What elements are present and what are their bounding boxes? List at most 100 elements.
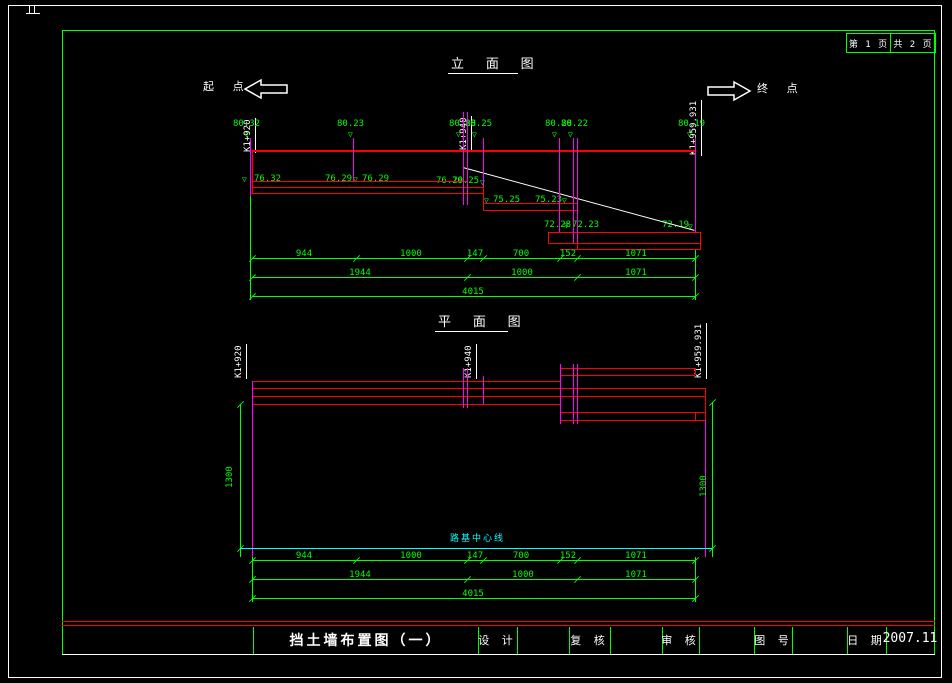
level-marker-icon: ▽ (564, 222, 569, 230)
line (560, 368, 695, 369)
dim-label: 152 (560, 249, 576, 259)
line (62, 654, 935, 655)
line (62, 621, 935, 622)
line (792, 627, 793, 654)
line (573, 364, 574, 424)
dim-label: 1071 (625, 551, 647, 561)
height-dim-label: 1300 (225, 466, 236, 488)
dim-label: 147 (467, 551, 483, 561)
dim-label: 1000 (511, 268, 533, 278)
outer-frame (8, 5, 942, 678)
review-label: 复 核 (570, 632, 608, 648)
line (252, 381, 560, 382)
line (353, 138, 354, 181)
elevation-value: 80.25 (465, 119, 492, 129)
dim-label: 1071 (625, 268, 647, 278)
elevation-value: 76.29 (325, 174, 352, 184)
start-arrow-icon (243, 78, 289, 102)
end-arrow-icon (706, 80, 752, 104)
line (252, 187, 483, 188)
elevation-title: 立 面 图 (451, 57, 541, 72)
level-marker-icon: ▽ (552, 131, 557, 139)
dim-label: 1944 (349, 570, 371, 580)
elevation-value: 76.32 (254, 174, 281, 184)
dim-label: 147 (467, 249, 483, 259)
title-underline (435, 331, 508, 332)
line (250, 138, 251, 196)
line (467, 112, 468, 205)
dim-label: 1071 (625, 570, 647, 580)
plan-title: 平 面 图 (438, 315, 528, 330)
line (573, 138, 574, 243)
dim-label: 1944 (349, 268, 371, 278)
line (252, 150, 253, 193)
line (705, 388, 706, 420)
line (517, 627, 518, 654)
line (610, 627, 611, 654)
page-number-box: 第 1 页 (846, 33, 891, 53)
line (62, 30, 934, 31)
dim-label: 1071 (625, 249, 647, 259)
drawing-number-label: 图 号 (754, 632, 792, 648)
line (483, 187, 484, 210)
line (252, 193, 483, 194)
line (252, 181, 467, 182)
page-total-box: 共 2 页 (890, 33, 936, 53)
level-marker-icon: ▽ (244, 131, 249, 139)
page-number-label: 第 1 页 (849, 37, 888, 50)
elevation-value: 80.22 (561, 119, 588, 129)
station-label-mid: K1+940 (464, 344, 477, 379)
dim-label: 152 (560, 551, 576, 561)
dim-label: 1000 (512, 570, 534, 580)
line (483, 210, 577, 211)
dim-label: 944 (296, 249, 312, 259)
elevation-value: 80.23 (337, 119, 364, 129)
line (252, 404, 560, 405)
dim-label: 700 (513, 249, 529, 259)
station-label-start: K1+920 (234, 344, 247, 379)
line (695, 138, 696, 232)
line (548, 232, 700, 233)
centerline-label: 路基中心线 (450, 531, 505, 544)
dim-label: 1000 (400, 551, 422, 561)
end-point-label: 终 点 (757, 84, 804, 94)
line (577, 138, 578, 243)
line (252, 396, 705, 397)
date-value: 2007.11 (883, 631, 938, 646)
line (250, 196, 251, 300)
dim-label: 944 (296, 551, 312, 561)
line (252, 388, 705, 389)
line (700, 232, 701, 250)
level-marker-icon: ▽ (687, 131, 692, 139)
design-label: 设 计 (478, 632, 516, 648)
cad-drawing-sheet: 第 1 页 共 2 页 立 面 图 起 点 终 点 K1+920 K1+940 … (0, 0, 952, 683)
line (934, 30, 935, 654)
dim-label: 4015 (462, 287, 484, 297)
line (483, 138, 484, 187)
line (253, 627, 254, 654)
elevation-value: 80.32 (233, 119, 260, 129)
line (240, 404, 241, 557)
line (483, 203, 577, 204)
line (548, 232, 549, 243)
line (695, 368, 696, 375)
elevation-value: 80.19 (678, 119, 705, 129)
drawing-title: 挡土墙布置图（一） (290, 630, 443, 650)
elevation-value: 76.29 (362, 174, 389, 184)
line (695, 412, 696, 420)
line (252, 150, 695, 152)
check-label: 审 核 (661, 632, 699, 648)
height-dim-label: 1300 (699, 475, 710, 497)
line (62, 30, 63, 654)
dim-label: 4015 (462, 589, 484, 599)
line (559, 138, 560, 232)
line (463, 112, 464, 205)
dim-label: 1000 (400, 249, 422, 259)
line (467, 368, 468, 408)
line (560, 412, 705, 413)
line (577, 364, 578, 424)
line (62, 625, 935, 626)
line (560, 420, 705, 421)
line (560, 364, 561, 424)
line (463, 368, 464, 408)
